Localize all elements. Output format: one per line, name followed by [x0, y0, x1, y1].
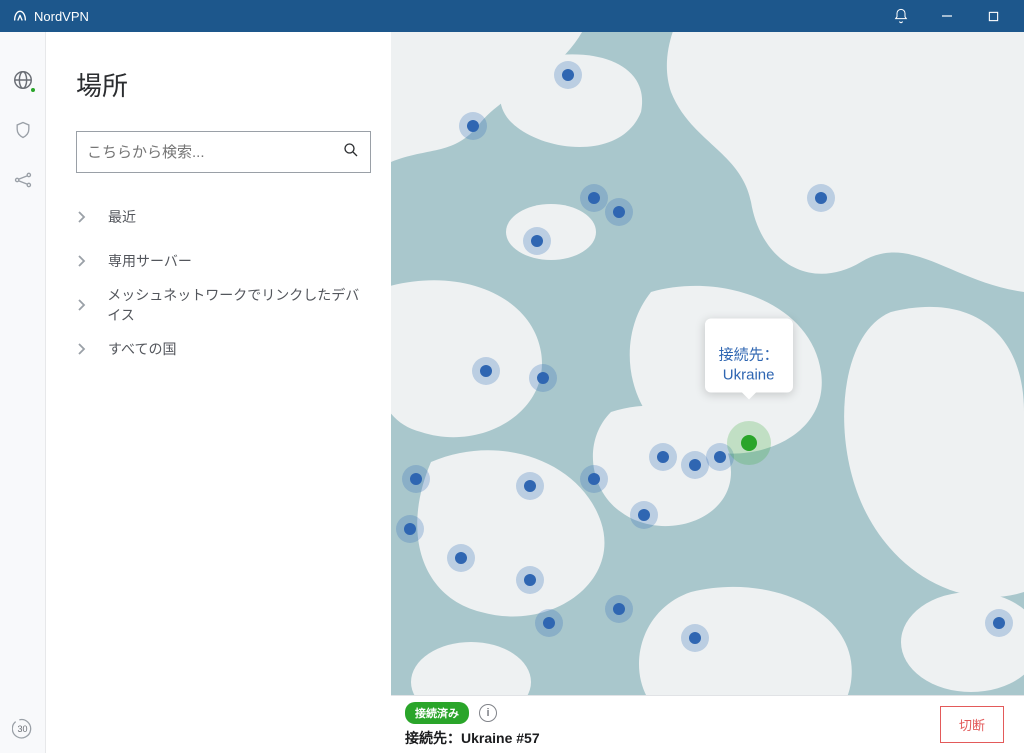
map-server-pin[interactable]: [807, 184, 835, 212]
map-server-pin[interactable]: [516, 566, 544, 594]
nav-rail: 30: [0, 32, 46, 753]
connection-status-text: 接続先：Ukraine #57: [405, 728, 540, 748]
rail-globe-button[interactable]: [11, 68, 35, 92]
sidebar-item-all-countries[interactable]: すべての国: [76, 327, 371, 371]
map-server-pin[interactable]: [402, 465, 430, 493]
sidebar-nav-list: 最近 専用サーバー メッシュネットワークでリンクしたデバイス すべての国: [76, 195, 371, 371]
map-server-pin[interactable]: [605, 595, 633, 623]
map-server-pin[interactable]: [580, 465, 608, 493]
info-icon[interactable]: i: [479, 704, 497, 722]
bell-icon: [893, 8, 909, 24]
map-server-pin[interactable]: [516, 472, 544, 500]
chevron-right-icon: [76, 342, 90, 356]
maximize-icon: [988, 11, 999, 22]
mesh-icon: [13, 170, 33, 190]
sidebar-item-label: メッシュネットワークでリンクしたデバイス: [107, 285, 371, 325]
titlebar: NordVPN: [0, 0, 1024, 32]
sidebar-item-meshnet[interactable]: メッシュネットワークでリンクしたデバイス: [76, 283, 371, 327]
rail-timer-button[interactable]: 30: [11, 717, 35, 741]
map-server-pin[interactable]: [396, 515, 424, 543]
chevron-right-icon: [76, 254, 90, 268]
map-server-pin[interactable]: [649, 443, 677, 471]
connection-status-bar: 接続済み i 接続先：Ukraine #57 切断: [391, 695, 1024, 753]
map-tooltip: 接続先： Ukraine: [705, 318, 793, 393]
map-server-pin[interactable]: [580, 184, 608, 212]
sidebar: 場所 最近 専用サーバー メッシュネットワークでリンクしたデバイス すべての: [46, 32, 391, 753]
map-server-pin[interactable]: [472, 357, 500, 385]
map-server-pin[interactable]: [523, 227, 551, 255]
search-icon: [342, 141, 360, 164]
search-input[interactable]: [87, 144, 342, 161]
map-server-pin[interactable]: [447, 544, 475, 572]
map-area[interactable]: 接続先： Ukraine 接続済み i 接続先：Ukraine #57 切断: [391, 32, 1024, 753]
sidebar-item-dedicated[interactable]: 専用サーバー: [76, 239, 371, 283]
map-tooltip-text: 接続先： Ukraine: [719, 347, 779, 384]
window-maximize-button[interactable]: [970, 0, 1016, 32]
connected-badge: 接続済み: [405, 702, 469, 724]
map-server-pin[interactable]: [985, 609, 1013, 637]
app-name: NordVPN: [34, 9, 89, 24]
map-server-pin[interactable]: [535, 609, 563, 637]
nordvpn-logo-icon: [12, 8, 28, 24]
search-box[interactable]: [76, 131, 371, 173]
map-server-pin[interactable]: [681, 451, 709, 479]
minimize-icon: [941, 10, 953, 22]
shield-icon: [13, 120, 33, 140]
main-content: 30 場所 最近 専用サーバー メッシュネットワークでリンクしたデバイス: [0, 32, 1024, 753]
disconnect-button[interactable]: 切断: [940, 706, 1004, 743]
map-server-pin[interactable]: [681, 624, 709, 652]
window-minimize-button[interactable]: [924, 0, 970, 32]
rail-shield-button[interactable]: [11, 118, 35, 142]
status-dot-icon: [29, 86, 37, 94]
map-server-pin[interactable]: [605, 198, 633, 226]
map-server-pin[interactable]: [554, 61, 582, 89]
sidebar-item-recent[interactable]: 最近: [76, 195, 371, 239]
map-server-pin[interactable]: [630, 501, 658, 529]
map-server-pin-active[interactable]: [727, 421, 771, 465]
chevron-right-icon: [76, 298, 89, 312]
chevron-right-icon: [76, 210, 90, 224]
timer-label: 30: [17, 724, 27, 734]
map-server-pin[interactable]: [529, 364, 557, 392]
sidebar-heading: 場所: [76, 66, 371, 103]
sidebar-item-label: 最近: [108, 207, 136, 227]
rail-mesh-button[interactable]: [11, 168, 35, 192]
sidebar-item-label: すべての国: [108, 339, 176, 359]
notifications-button[interactable]: [878, 0, 924, 32]
map-server-pin[interactable]: [459, 112, 487, 140]
sidebar-item-label: 専用サーバー: [108, 251, 192, 271]
app-logo: NordVPN: [12, 8, 89, 24]
